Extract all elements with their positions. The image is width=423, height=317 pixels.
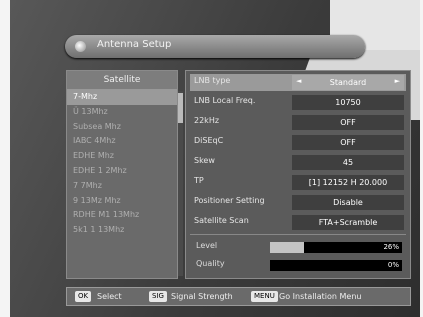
setting-label: Satellite Scan (194, 216, 249, 225)
help-bar: OK Select SIG Signal Strength MENU Go In… (66, 287, 411, 306)
tv-screen: Antenna Setup Satellite 7-Mhz Ü 13Mhz Subs… (10, 0, 420, 317)
satellite-list-item[interactable]: 7 7Mhz (67, 179, 177, 194)
satellite-list-item[interactable]: 9 13Mz Mhz (67, 194, 177, 209)
level-label: Level (196, 241, 218, 250)
satellite-list-header: Satellite (67, 71, 177, 90)
setting-label: LNB type (194, 76, 231, 85)
satellite-list-item[interactable]: Subsea Mhz (67, 120, 177, 135)
level-percent: 26% (383, 243, 399, 251)
satellite-list: 7-Mhz Ü 13Mhz Subsea Mhz IABC 4Mhz EDHE Mhz E… (67, 90, 177, 238)
quality-label: Quality (196, 259, 225, 268)
setting-row[interactable]: 22kHz OFF (190, 114, 406, 131)
setting-row[interactable]: Skew 45 (190, 154, 406, 171)
setting-label: Skew (194, 156, 215, 165)
satellite-list-scrollbar[interactable] (178, 91, 183, 276)
satellite-list-item[interactable]: EDHE Mhz (67, 149, 177, 164)
setting-value[interactable]: OFF (292, 115, 404, 130)
satellite-list-item[interactable]: RDHE M1 13Mhz (67, 208, 177, 223)
satellite-list-item[interactable]: 7-Mhz (67, 90, 177, 105)
setting-row[interactable]: LNB Local Freq. 10750 (190, 94, 406, 111)
setting-value[interactable]: Standard (292, 75, 404, 90)
sig-key-label: Signal Strength (171, 292, 233, 301)
level-meter-fill (270, 242, 305, 253)
satellite-list-panel: Satellite 7-Mhz Ü 13Mhz Subsea Mhz IABC 4Mh… (66, 70, 183, 279)
satellite-list-item[interactable]: 5k1 1 13Mhz (67, 223, 177, 238)
setting-label: TP (194, 176, 204, 185)
signal-meters: Level 26% Quality 0% (190, 234, 406, 275)
menu-key-icon: MENU (251, 291, 278, 302)
satellite-list-item[interactable]: Ü 13Mhz (67, 105, 177, 120)
setting-row[interactable]: DiSEqC OFF (190, 134, 406, 151)
settings-panel: LNB type Standard ◄ ► LNB Local Freq. 10750 22… (185, 70, 411, 279)
quality-percent: 0% (387, 261, 399, 269)
satellite-list-item[interactable]: IABC 4Mhz (67, 134, 177, 149)
ok-key-icon: OK (75, 291, 92, 302)
satellite-list-item[interactable]: EDHE 1 2Mhz (67, 164, 177, 179)
setting-label: Positioner Setting (194, 196, 265, 205)
ok-key-label: Select (97, 292, 122, 301)
setting-value[interactable]: 45 (292, 155, 404, 170)
setting-row[interactable]: Positioner Setting Disable (190, 194, 406, 211)
scrollbar-thumb[interactable] (178, 93, 183, 123)
setting-value[interactable]: Disable (292, 195, 404, 210)
setting-value[interactable]: [1] 12152 H 20.000 (292, 175, 404, 190)
setting-row[interactable]: LNB type Standard ◄ ► (190, 74, 406, 91)
setting-label: LNB Local Freq. (194, 96, 256, 105)
setting-value[interactable]: 10750 (292, 95, 404, 110)
arrow-left-icon[interactable]: ◄ (296, 77, 301, 85)
level-meter: 26% (270, 242, 402, 253)
menu-title: Antenna Setup (97, 39, 172, 50)
setting-label: DiSEqC (194, 136, 224, 145)
menu-title-bar: Antenna Setup (65, 35, 365, 58)
setting-row[interactable]: TP [1] 12152 H 20.000 (190, 174, 406, 191)
setting-label: 22kHz (194, 116, 220, 125)
setting-row[interactable]: Satellite Scan FTA+Scramble (190, 214, 406, 231)
bullet-icon (75, 41, 86, 52)
setting-value[interactable]: OFF (292, 135, 404, 150)
sig-key-icon: SIG (149, 291, 167, 302)
menu-key-label: Go Installation Menu (279, 292, 362, 301)
setting-value[interactable]: FTA+Scramble (292, 215, 404, 230)
quality-meter: 0% (270, 260, 402, 271)
arrow-right-icon[interactable]: ► (395, 77, 400, 85)
